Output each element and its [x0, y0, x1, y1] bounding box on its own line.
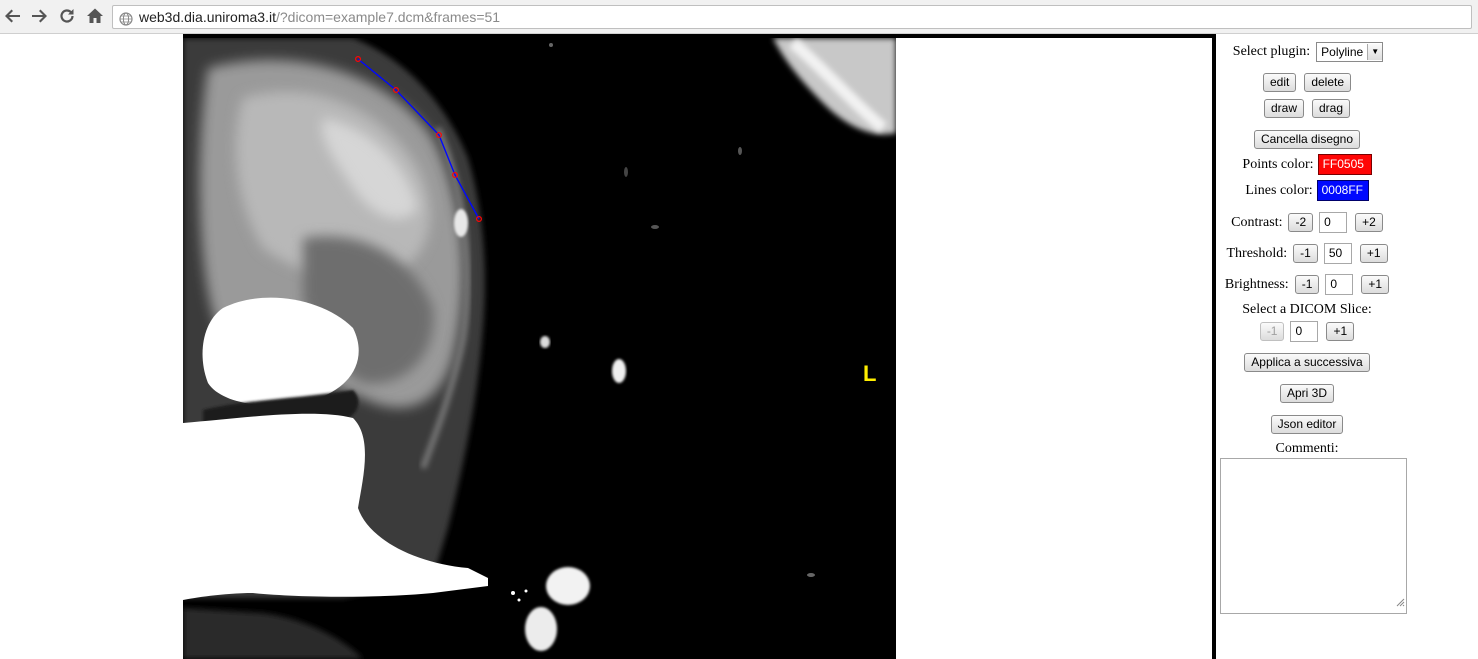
reload-icon[interactable] [57, 6, 77, 26]
points-color-row: Points color: FF0505 [1216, 154, 1398, 175]
clear-drawing-button[interactable]: Cancella disegno [1253, 130, 1361, 149]
control-panel: Select plugin: Polyline ▼ edit delete dr… [1216, 38, 1478, 659]
brightness-row: Brightness: -1 0 +1 [1216, 274, 1398, 295]
home-icon[interactable] [85, 6, 105, 26]
slice-input[interactable]: 0 [1290, 321, 1319, 342]
slice-row: -1 0 +1 [1216, 321, 1398, 342]
contrast-decrease-button[interactable]: -2 [1288, 213, 1314, 232]
json-editor-row: Json editor [1216, 415, 1398, 434]
plugin-label: Select plugin: [1232, 44, 1311, 59]
open-3d-button[interactable]: Apri 3D [1279, 384, 1334, 403]
slice-next-button[interactable]: +1 [1326, 322, 1355, 341]
url-path: /?dicom=example7.dcm&frames=51 [275, 9, 501, 25]
slice-label: Select a DICOM Slice: [1242, 302, 1372, 317]
slice-label-row: Select a DICOM Slice: [1216, 302, 1398, 318]
url-host: web3d.dia.uniroma3.it [139, 9, 276, 25]
plugin-select[interactable]: Polyline ▼ [1316, 42, 1384, 62]
draw-row: draw drag [1216, 99, 1398, 118]
contrast-row: Contrast: -2 0 +2 [1216, 212, 1398, 233]
apply-next-row: Applica a successiva [1216, 353, 1398, 372]
chevron-down-icon[interactable]: ▼ [1367, 44, 1383, 60]
plugin-select-value: Polyline [1321, 45, 1364, 59]
threshold-row: Threshold: -1 50 +1 [1216, 243, 1398, 264]
brightness-input[interactable]: 0 [1325, 274, 1354, 295]
address-bar[interactable]: web3d.dia.uniroma3.it/?dicom=example7.dc… [112, 5, 1472, 29]
dicom-image [183, 38, 896, 659]
threshold-decrease-button[interactable]: -1 [1293, 244, 1318, 263]
lines-color-row: Lines color: 0008FF [1216, 180, 1398, 201]
plugin-row: Select plugin: Polyline ▼ [1216, 42, 1400, 62]
resize-grip-icon[interactable] [1396, 596, 1405, 612]
lines-color-input[interactable]: 0008FF [1316, 180, 1369, 201]
url-text: web3d.dia.uniroma3.it/?dicom=example7.dc… [139, 6, 500, 28]
drag-button[interactable]: drag [1311, 99, 1351, 118]
dicom-viewer-canvas[interactable]: L [183, 38, 896, 659]
comments-textarea[interactable] [1220, 458, 1407, 614]
contrast-input[interactable]: 0 [1319, 212, 1348, 233]
delete-button[interactable]: delete [1304, 73, 1352, 92]
threshold-increase-button[interactable]: +1 [1359, 244, 1388, 263]
points-color-input[interactable]: FF0505 [1317, 154, 1372, 175]
open3d-row: Apri 3D [1216, 384, 1398, 403]
comments-label: Commenti: [1275, 441, 1339, 456]
brightness-decrease-button[interactable]: -1 [1294, 275, 1320, 294]
json-editor-button[interactable]: Json editor [1270, 415, 1344, 434]
threshold-input[interactable]: 50 [1323, 243, 1352, 264]
apply-next-button[interactable]: Applica a successiva [1244, 353, 1370, 372]
threshold-label: Threshold: [1226, 245, 1288, 261]
browser-toolbar: web3d.dia.uniroma3.it/?dicom=example7.dc… [0, 0, 1478, 34]
globe-icon [119, 10, 133, 32]
draw-button[interactable]: draw [1263, 99, 1304, 118]
slice-previous-button[interactable]: -1 [1259, 322, 1285, 341]
brightness-label: Brightness: [1224, 276, 1289, 292]
orientation-marker: L [863, 361, 877, 386]
edit-button[interactable]: edit [1262, 73, 1297, 92]
comments-label-row: Commenti: [1216, 441, 1398, 457]
contrast-increase-button[interactable]: +2 [1355, 213, 1383, 232]
edit-row: edit delete [1216, 73, 1398, 92]
points-color-label: Points color: [1242, 156, 1314, 172]
brightness-increase-button[interactable]: +1 [1361, 275, 1390, 294]
contrast-label: Contrast: [1231, 214, 1283, 230]
clear-row: Cancella disegno [1216, 130, 1398, 149]
back-icon[interactable] [3, 6, 23, 26]
lines-color-label: Lines color: [1245, 182, 1313, 198]
forward-icon[interactable] [29, 6, 49, 26]
